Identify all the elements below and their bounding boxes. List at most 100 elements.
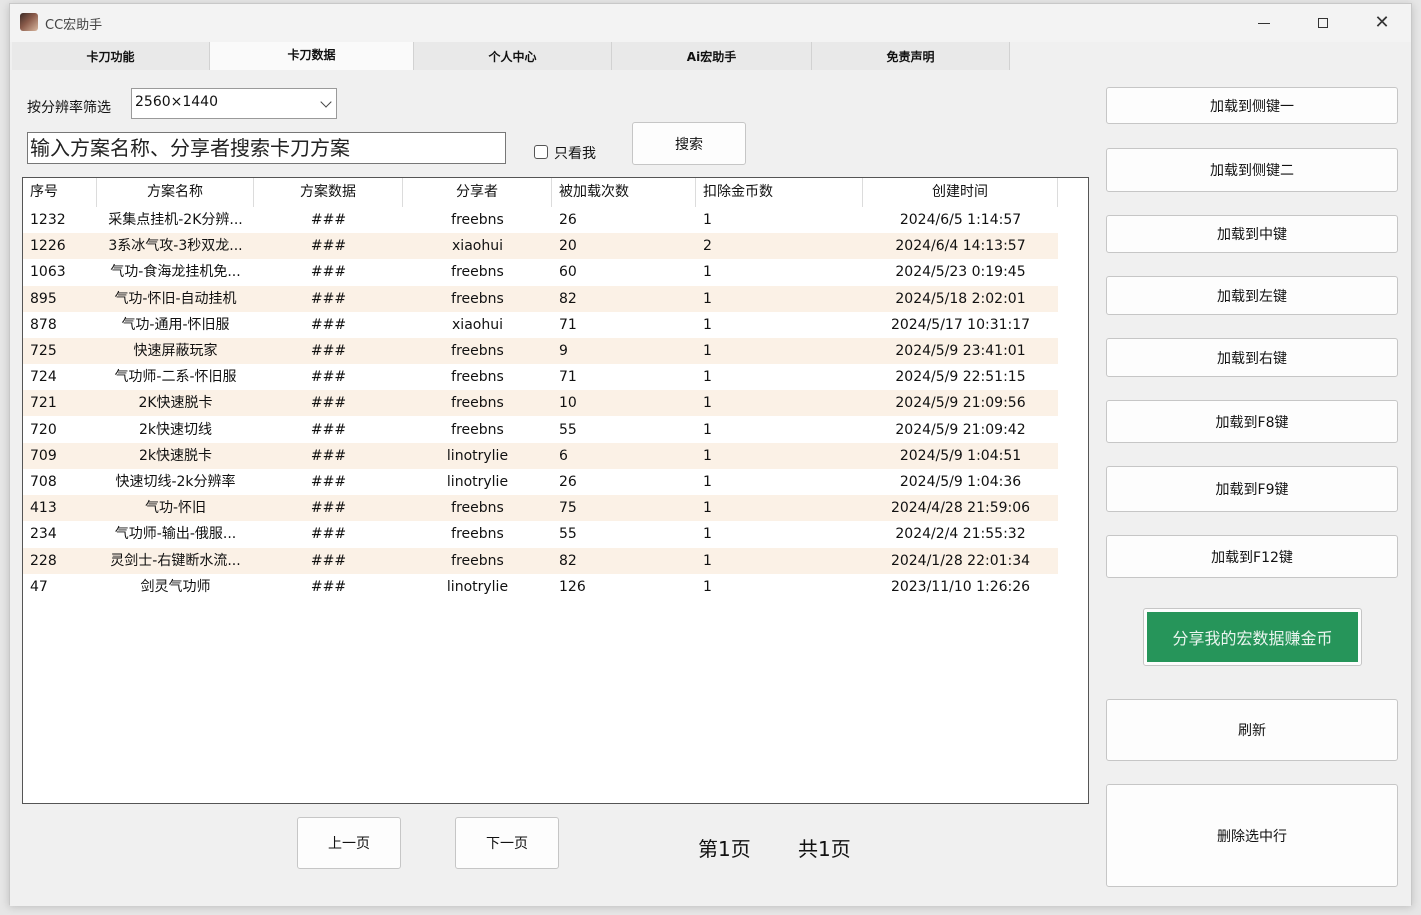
table-row[interactable]: 725 快速屏蔽玩家 ### freebns 9 1 2024/5/9 23:41:01 bbox=[23, 338, 1058, 364]
cell-data: ### bbox=[310, 395, 347, 412]
minimize-button[interactable] bbox=[1235, 4, 1293, 42]
only-me-checkbox[interactable] bbox=[534, 145, 548, 159]
cell-sharer: freebns bbox=[451, 343, 504, 359]
cell-coins: 1 bbox=[703, 500, 712, 517]
cell-name: 灵剑士-右键断水流... bbox=[110, 552, 241, 569]
cell-data: ### bbox=[310, 500, 347, 517]
table-header: 序号 方案名称 方案数据 分享者 被加载次数 扣除金币数 创建时间 bbox=[23, 178, 1058, 207]
cell-data: ### bbox=[310, 447, 347, 464]
cell-name: 2K快速脱卡 bbox=[138, 395, 213, 412]
col-header-name[interactable]: 方案名称 bbox=[97, 178, 254, 207]
cell-data: ### bbox=[310, 474, 347, 490]
load-f12-button[interactable]: 加载到F12键 bbox=[1106, 535, 1398, 578]
cell-id: 709 bbox=[30, 447, 57, 464]
close-button[interactable]: ✕ bbox=[1353, 4, 1411, 42]
cell-data: ### bbox=[310, 316, 347, 333]
col-header-load-count[interactable]: 被加载次数 bbox=[552, 178, 696, 207]
prev-page-button[interactable]: 上一页 bbox=[297, 817, 401, 869]
cell-id: 1232 bbox=[30, 212, 66, 228]
cell-coins: 1 bbox=[703, 474, 712, 490]
table-row[interactable]: 721 2K快速脱卡 ### freebns 10 1 2024/5/9 21:09:56 bbox=[23, 390, 1058, 417]
load-side2-button[interactable]: 加载到侧键二 bbox=[1106, 148, 1398, 192]
cell-sharer: freebns bbox=[451, 421, 504, 438]
tab-ai-macro[interactable]: Ai宏助手 bbox=[612, 42, 812, 70]
tab-kadao-function[interactable]: 卡刀功能 bbox=[12, 42, 210, 70]
col-header-data[interactable]: 方案数据 bbox=[254, 178, 403, 207]
cell-sharer: xiaohui bbox=[452, 316, 503, 333]
table-row[interactable]: 1232 采集点挂机-2K分辨... ### freebns 26 1 2024/6/5 1… bbox=[23, 207, 1058, 233]
cell-name: 气功师-输出-俄服... bbox=[114, 526, 237, 543]
cell-coins: 1 bbox=[703, 395, 712, 412]
resolution-filter-label: 按分辨率筛选 bbox=[27, 100, 111, 116]
cell-name: 快速切线-2k分辨率 bbox=[115, 474, 236, 490]
cell-id: 878 bbox=[30, 316, 57, 333]
cell-load-count: 71 bbox=[559, 316, 577, 333]
search-button[interactable]: 搜索 bbox=[632, 122, 746, 165]
only-me-toggle[interactable]: 只看我 bbox=[534, 142, 596, 162]
table-row[interactable]: 234 气功师-输出-俄服... ### freebns 55 1 2024/2/4 21:… bbox=[23, 521, 1058, 547]
cell-coins: 1 bbox=[703, 578, 712, 595]
cell-data: ### bbox=[310, 343, 347, 359]
share-macro-button[interactable]: 分享我的宏数据赚金币 bbox=[1147, 612, 1358, 662]
cell-name: 采集点挂机-2K分辨... bbox=[108, 212, 243, 228]
load-middle-button[interactable]: 加载到中键 bbox=[1106, 215, 1398, 253]
cell-coins: 1 bbox=[703, 343, 712, 359]
cell-sharer: linotrylie bbox=[446, 474, 509, 490]
table-row[interactable]: 47 剑灵气功师 ### linotrylie 126 1 2023/11/10 1:26:… bbox=[23, 574, 1058, 600]
tab-kadao-data[interactable]: 卡刀数据 bbox=[210, 42, 414, 70]
load-left-button[interactable]: 加载到左键 bbox=[1106, 276, 1398, 315]
cell-name: 3系冰气攻-3秒双龙... bbox=[108, 238, 243, 255]
table-row[interactable]: 895 气功-怀旧-自动挂机 ### freebns 82 1 2024/5/18 2:02… bbox=[23, 285, 1058, 312]
search-input[interactable]: 输入方案名称、分享者搜索卡刀方案 bbox=[27, 132, 506, 164]
table-row[interactable]: 878 气功-通用-怀旧服 ### xiaohui 71 1 2024/5/17 10:31… bbox=[23, 312, 1058, 338]
load-f8-button[interactable]: 加载到F8键 bbox=[1106, 400, 1398, 443]
cell-id: 708 bbox=[30, 474, 57, 490]
cell-created: 2024/5/9 1:04:51 bbox=[899, 447, 1022, 464]
resolution-select-value: 2560×1440 bbox=[135, 94, 218, 110]
cell-id: 47 bbox=[30, 578, 48, 595]
cell-name: 气功-怀旧 bbox=[144, 500, 207, 517]
cell-sharer: freebns bbox=[451, 369, 504, 386]
delete-selected-button[interactable]: 删除选中行 bbox=[1106, 784, 1398, 887]
table-row[interactable]: 709 2k快速脱卡 ### linotrylie 6 1 2024/5/9 1:04:51 bbox=[23, 442, 1058, 469]
cell-name: 2k快速脱卡 bbox=[138, 447, 212, 464]
tab-personal-center[interactable]: 个人中心 bbox=[414, 42, 612, 70]
col-header-id[interactable]: 序号 bbox=[23, 178, 97, 207]
load-side1-button[interactable]: 加载到侧键一 bbox=[1106, 87, 1398, 124]
col-header-created[interactable]: 创建时间 bbox=[863, 178, 1058, 207]
current-page: 第1页 bbox=[698, 837, 751, 861]
cell-sharer: freebns bbox=[451, 526, 504, 543]
maximize-icon bbox=[1318, 18, 1328, 28]
cell-data: ### bbox=[310, 421, 347, 438]
main-content: 按分辨率筛选 2560×1440 输入方案名称、分享者搜索卡刀方案 只看我 搜索… bbox=[10, 70, 1411, 906]
cell-created: 2024/5/9 21:09:56 bbox=[895, 395, 1026, 412]
cell-created: 2024/4/28 21:59:06 bbox=[890, 500, 1031, 517]
refresh-button[interactable]: 刷新 bbox=[1106, 699, 1398, 761]
table-row[interactable]: 708 快速切线-2k分辨率 ### linotrylie 26 1 2024/5/9 1:… bbox=[23, 469, 1058, 495]
tab-disclaimer[interactable]: 免责声明 bbox=[812, 42, 1010, 70]
maximize-button[interactable] bbox=[1294, 4, 1352, 42]
table-row[interactable]: 720 2k快速切线 ### freebns 55 1 2024/5/9 21:09:42 bbox=[23, 417, 1058, 443]
cell-coins: 1 bbox=[703, 526, 712, 543]
cell-id: 1063 bbox=[30, 264, 66, 281]
cell-created: 2023/11/10 1:26:26 bbox=[890, 578, 1031, 595]
load-right-button[interactable]: 加载到右键 bbox=[1106, 338, 1398, 377]
table-row[interactable]: 1063 气功-食海龙挂机免... ### freebns 60 1 2024/5/23 0… bbox=[23, 259, 1058, 285]
table-row[interactable]: 724 气功师-二系-怀旧服 ### freebns 71 1 2024/5/9 22:51… bbox=[23, 364, 1058, 390]
chevron-down-icon bbox=[320, 96, 332, 108]
plan-table[interactable]: 序号 方案名称 方案数据 分享者 被加载次数 扣除金币数 创建时间 1232 采集… bbox=[22, 177, 1089, 804]
col-header-sharer[interactable]: 分享者 bbox=[403, 178, 552, 207]
cell-sharer: freebns bbox=[451, 264, 504, 281]
cell-coins: 1 bbox=[703, 369, 712, 386]
cell-load-count: 10 bbox=[559, 395, 577, 412]
table-row[interactable]: 228 灵剑士-右键断水流... ### freebns 82 1 2024/1/28 22… bbox=[23, 547, 1058, 574]
cell-id: 725 bbox=[30, 343, 57, 359]
next-page-button[interactable]: 下一页 bbox=[455, 817, 559, 869]
load-f9-button[interactable]: 加载到F9键 bbox=[1106, 466, 1398, 512]
col-header-coins[interactable]: 扣除金币数 bbox=[696, 178, 863, 207]
table-row[interactable]: 1226 3系冰气攻-3秒双龙... ### xiaohui 20 2 2024/6/4 1… bbox=[23, 233, 1058, 260]
app-icon bbox=[20, 13, 38, 31]
table-row[interactable]: 413 气功-怀旧 ### freebns 75 1 2024/4/28 21:59:06 bbox=[23, 495, 1058, 522]
cell-created: 2024/6/4 14:13:57 bbox=[895, 238, 1026, 255]
resolution-select[interactable]: 2560×1440 bbox=[131, 88, 337, 119]
